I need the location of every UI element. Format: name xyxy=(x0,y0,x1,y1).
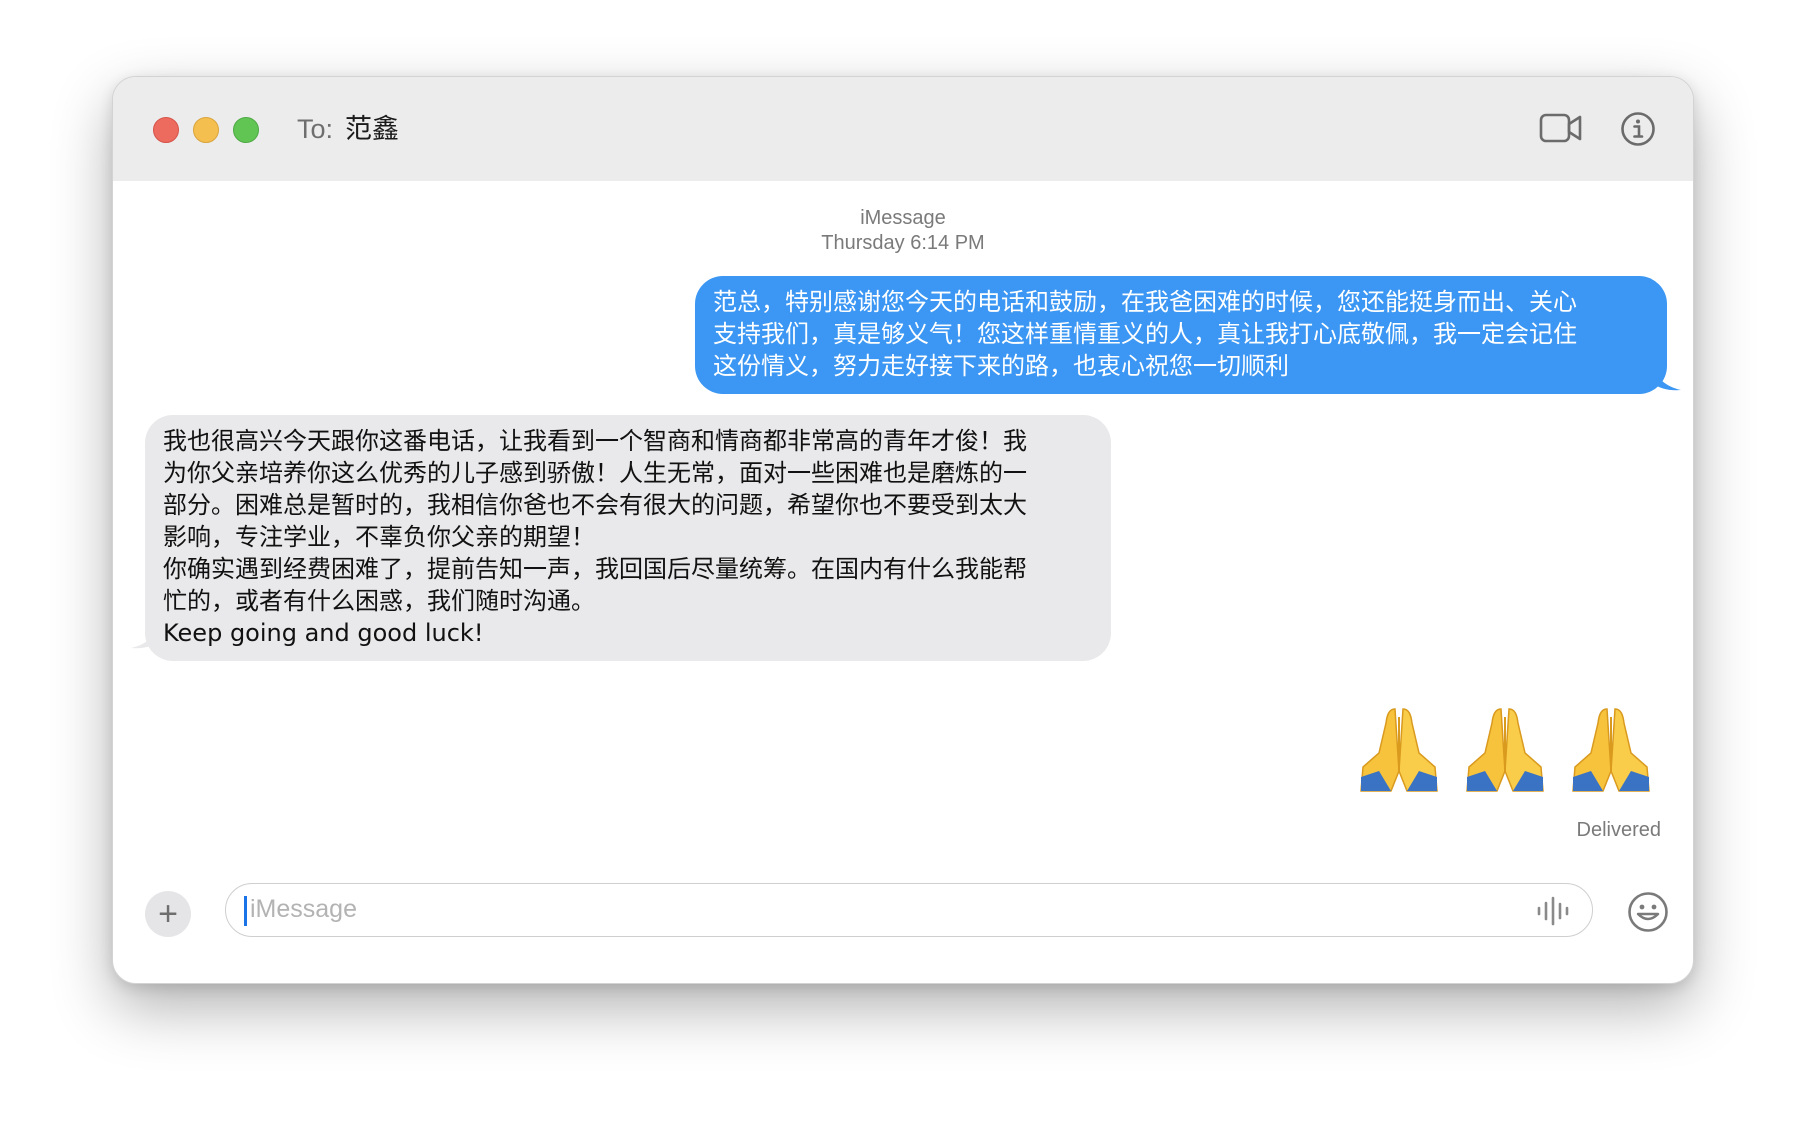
messages-window: To: 范鑫 iMessage Thursday 6:14 PM 范总，特别感谢… xyxy=(112,76,1694,984)
folded-hands-emoji xyxy=(1572,708,1650,792)
emoji-message[interactable] xyxy=(1349,697,1669,797)
conversation-timestamp: Thursday 6:14 PM xyxy=(821,232,985,254)
plus-icon: + xyxy=(158,895,178,933)
delivery-status: Delivered xyxy=(1576,819,1661,841)
recipient-name[interactable]: 范鑫 xyxy=(345,113,399,145)
audio-waveform-icon[interactable] xyxy=(1536,896,1570,926)
message-input[interactable]: iMessage xyxy=(225,883,1593,937)
message-line: 部分。困难总是暂时的，我相信你爸也不会有很大的问题，希望你也不要受到太大 xyxy=(163,491,1027,519)
title-bar: To: 范鑫 xyxy=(113,77,1693,181)
minimize-window-button[interactable] xyxy=(193,117,219,143)
message-line: 这份情义，努力走好接下来的路，也衷心祝您一切顺利 xyxy=(713,352,1289,380)
folded-hands-emoji xyxy=(1360,708,1438,792)
message-line: 支持我们，真是够义气！您这样重情重义的人，真让我打心底敬佩，我一定会记住 xyxy=(713,320,1577,348)
info-button[interactable] xyxy=(1620,111,1656,147)
video-camera-icon xyxy=(1539,113,1582,143)
close-window-button[interactable] xyxy=(153,117,179,143)
message-line: Keep going and good luck! xyxy=(163,619,484,647)
zoom-window-button[interactable] xyxy=(233,117,259,143)
to-label: To: xyxy=(297,114,334,144)
folded-hands-emoji xyxy=(1466,708,1544,792)
sent-message-bubble[interactable]: 范总，特别感谢您今天的电话和鼓励，在我爸困难的时候，您还能挺身而出、关心 支持我… xyxy=(695,276,1667,394)
video-call-button[interactable] xyxy=(1539,111,1583,145)
service-label: iMessage xyxy=(860,207,946,229)
sent-bubble-tail xyxy=(1653,367,1681,391)
message-line: 范总，特别感谢您今天的电话和鼓励，在我爸困难的时候，您还能挺身而出、关心 xyxy=(713,288,1577,316)
message-line: 我也很高兴今天跟你这番电话，让我看到一个智商和情商都非常高的青年才俊！我 xyxy=(163,427,1027,455)
composer-bar: + iMessage xyxy=(113,883,1693,963)
message-input-placeholder: iMessage xyxy=(250,895,357,923)
received-bubble-tail xyxy=(131,625,159,649)
text-caret xyxy=(244,896,247,926)
message-line: 忙的，或者有什么困惑，我们随时沟通。 xyxy=(163,587,595,615)
message-line: 影响，专注学业，不辜负你父亲的期望！ xyxy=(163,523,595,551)
add-attachment-button[interactable]: + xyxy=(145,891,191,937)
received-message-bubble[interactable]: 我也很高兴今天跟你这番电话，让我看到一个智商和情商都非常高的青年才俊！我 为你父… xyxy=(145,415,1111,661)
info-icon xyxy=(1621,112,1655,146)
message-line: 你确实遇到经费困难了，提前告知一声，我回国后尽量统筹。在国内有什么我能帮 xyxy=(163,555,1027,583)
message-line: 为你父亲培养你这么优秀的儿子感到骄傲！人生无常，面对一些困难也是磨炼的一 xyxy=(163,459,1027,487)
smiley-icon[interactable] xyxy=(1627,891,1669,933)
